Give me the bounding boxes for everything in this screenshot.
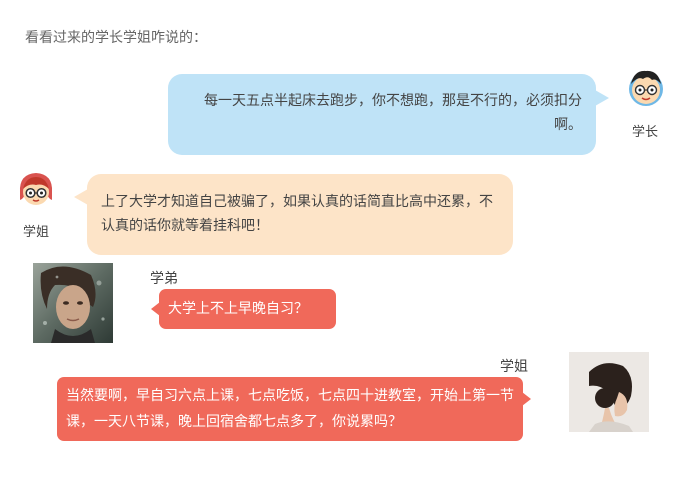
- sender-name: 学姐: [500, 359, 528, 375]
- boy-photo-avatar: [33, 263, 113, 343]
- message-bubble-junior-male: 大学上不上早晚自习？: [159, 289, 336, 329]
- message-text: 上了大学才知道自己被骗了，如果认真的话简直比高中还累，不认真的话你就等着挂科吧！: [101, 194, 493, 234]
- bubble-tail: [74, 189, 88, 205]
- boy-cartoon-avatar-icon: [626, 66, 666, 112]
- message-text: 当然要啊，早自习六点上课，七点吃饭，七点四十进教室，开始上第一节课，一天八节课，…: [66, 388, 514, 430]
- bubble-tail: [595, 90, 609, 106]
- sender-name: 学长: [632, 125, 659, 140]
- intro-text: 看看过来的学长学姐咋说的：: [25, 30, 207, 46]
- girl-cartoon-avatar-icon: [17, 170, 55, 214]
- message-text: 大学上不上早晚自习？: [168, 301, 308, 317]
- message-bubble-senior-male: 每一天五点半起床去跑步，你不想跑，那是不行的，必须扣分啊。: [168, 74, 596, 155]
- bubble-tail: [522, 392, 531, 406]
- girl-photo-avatar: [569, 352, 649, 432]
- message-bubble-senior-female-2: 当然要啊，早自习六点上课，七点吃饭，七点四十进教室，开始上第一节课，一天八节课，…: [57, 377, 523, 441]
- sender-name: 学弟: [150, 271, 178, 287]
- message-text: 每一天五点半起床去跑步，你不想跑，那是不行的，必须扣分啊。: [204, 93, 582, 133]
- sender-name: 学姐: [23, 225, 50, 240]
- message-bubble-senior-female: 上了大学才知道自己被骗了，如果认真的话简直比高中还累，不认真的话你就等着挂科吧！: [87, 174, 513, 255]
